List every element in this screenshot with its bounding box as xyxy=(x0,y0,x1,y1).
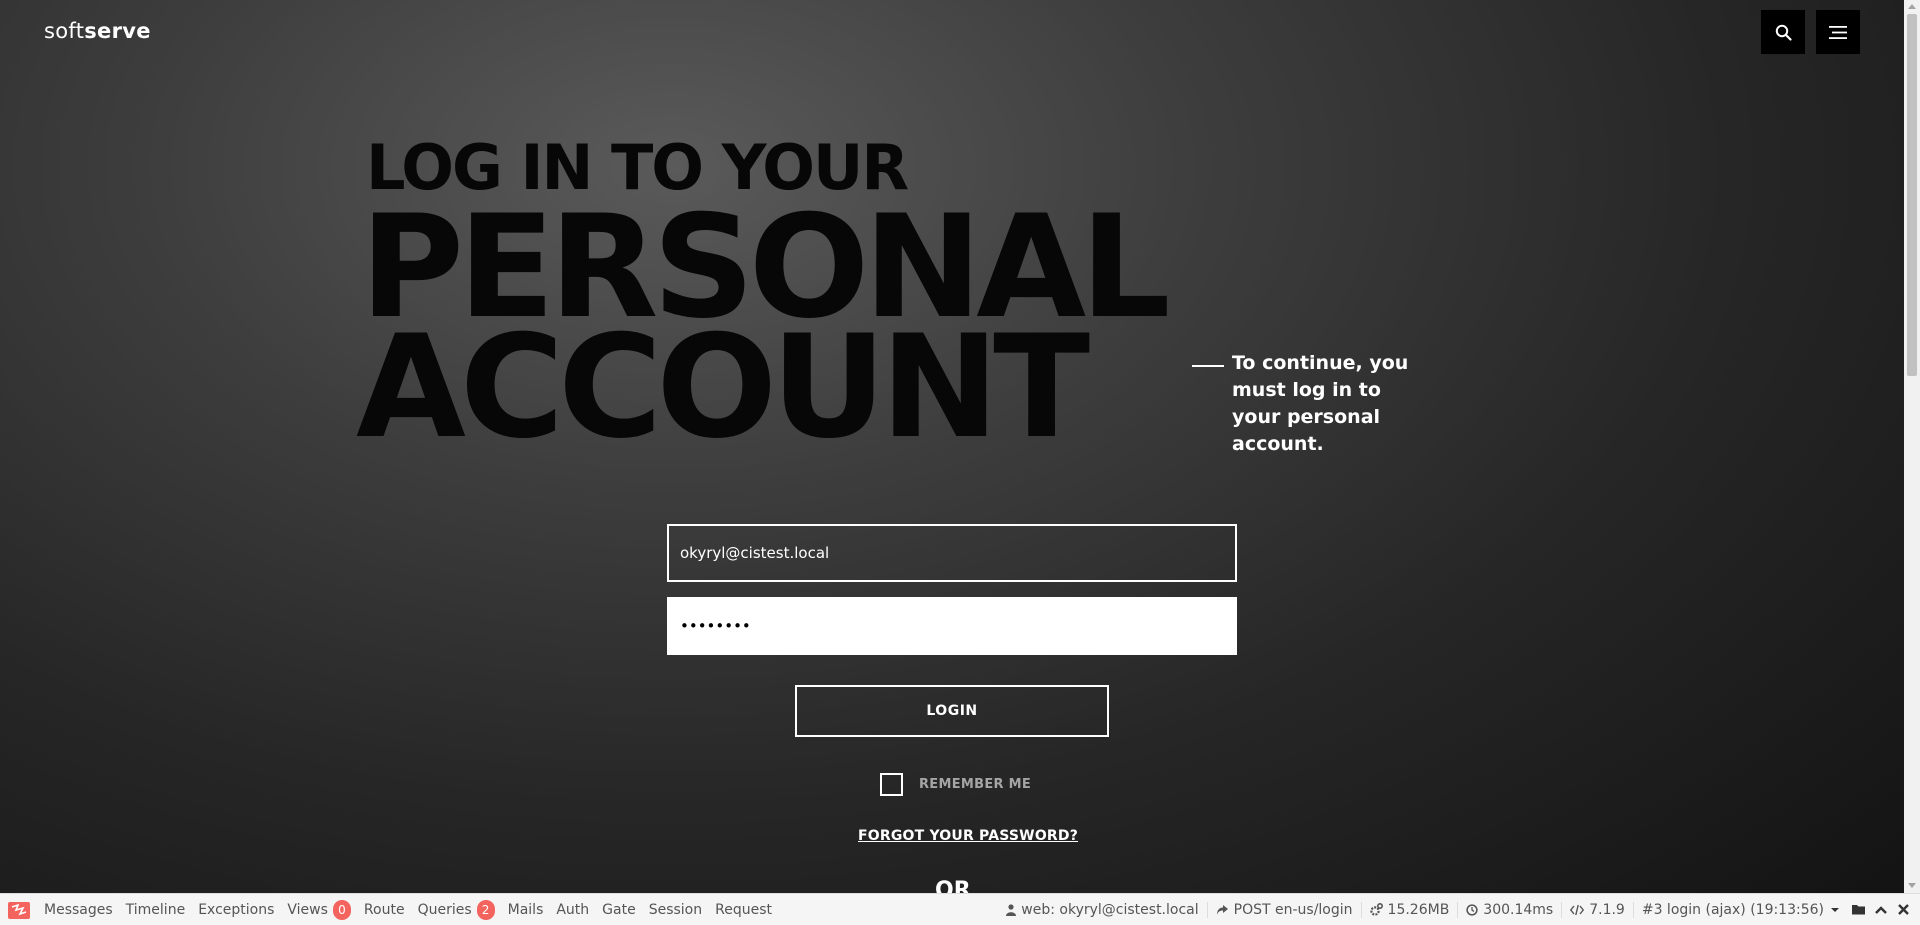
login-page: softserve LOG IN TO YOUR PERSONAL ACCOUN… xyxy=(0,0,1904,893)
remember-me-label: REMEMBER ME xyxy=(919,777,1032,792)
debugbar-memory: 15.26MB xyxy=(1360,901,1458,918)
email-field[interactable] xyxy=(667,524,1237,582)
debugbar-tabs: Messages Timeline Exceptions Views 0 Rout… xyxy=(44,894,785,925)
queries-count-badge: 2 xyxy=(476,899,495,920)
menu-button[interactable] xyxy=(1816,10,1860,54)
remember-me-checkbox[interactable] xyxy=(880,773,903,796)
page-scrollbar[interactable] xyxy=(1904,0,1920,893)
debugbar-tab-exceptions[interactable]: Exceptions xyxy=(198,902,274,918)
clock-icon xyxy=(1466,903,1478,916)
scrollbar-thumb[interactable] xyxy=(1907,14,1917,376)
debugbar-logo-icon[interactable] xyxy=(8,900,30,920)
share-arrow-icon xyxy=(1216,904,1228,915)
notice-dash xyxy=(1192,365,1224,367)
or-divider: OR xyxy=(935,878,971,893)
debugbar-info: web: okyryl@cistest.local POST en-us/log… xyxy=(998,894,1914,925)
folder-open-icon[interactable] xyxy=(1848,899,1870,921)
forgot-password-link[interactable]: FORGOT YOUR PASSWORD? xyxy=(858,828,1078,844)
close-icon[interactable] xyxy=(1892,899,1914,921)
chevron-up-icon[interactable] xyxy=(1870,899,1892,921)
debugbar-request-select[interactable]: #3 login (ajax) (19:13:56) xyxy=(1632,901,1848,918)
debugbar-tab-mails[interactable]: Mails xyxy=(508,902,544,918)
chevron-down-icon xyxy=(1831,907,1839,912)
debugbar-tab-auth[interactable]: Auth xyxy=(556,902,589,918)
debugbar-tab-request[interactable]: Request xyxy=(715,902,772,918)
debugbar-route: POST en-us/login xyxy=(1206,901,1361,918)
debugbar-tab-timeline[interactable]: Timeline xyxy=(126,902,186,918)
login-button[interactable]: LOGIN xyxy=(795,685,1109,737)
scroll-down-arrow-icon[interactable] xyxy=(1908,883,1916,888)
login-notice: To continue, you must log in to your per… xyxy=(1192,350,1432,458)
cogs-icon xyxy=(1369,903,1383,916)
heading-line-3: ACCOUNT xyxy=(356,305,1090,470)
password-field[interactable] xyxy=(667,597,1237,655)
debugbar-time: 300.14ms xyxy=(1457,901,1561,918)
debugbar-tab-queries[interactable]: Queries 2 xyxy=(418,899,495,920)
code-icon xyxy=(1570,904,1585,915)
views-count-badge: 0 xyxy=(332,899,351,920)
debugbar-tab-session[interactable]: Session xyxy=(649,902,702,918)
scroll-up-arrow-icon[interactable] xyxy=(1908,4,1916,9)
debug-bar: Messages Timeline Exceptions Views 0 Rout… xyxy=(0,893,1920,925)
debugbar-tab-views[interactable]: Views 0 xyxy=(287,899,351,920)
hamburger-menu-icon xyxy=(1829,25,1847,39)
softserve-logo[interactable]: softserve xyxy=(44,19,151,43)
debugbar-tab-route[interactable]: Route xyxy=(364,902,405,918)
debugbar-user: web: okyryl@cistest.local xyxy=(998,902,1206,918)
user-icon xyxy=(1006,903,1017,916)
debugbar-tab-gate[interactable]: Gate xyxy=(602,902,636,918)
remember-me[interactable]: REMEMBER ME xyxy=(880,773,1031,796)
search-button[interactable] xyxy=(1761,10,1805,54)
notice-text: To continue, you must log in to your per… xyxy=(1232,352,1409,455)
debugbar-php-version: 7.1.9 xyxy=(1561,901,1633,918)
search-icon xyxy=(1775,24,1792,41)
debugbar-tab-messages[interactable]: Messages xyxy=(44,902,113,918)
